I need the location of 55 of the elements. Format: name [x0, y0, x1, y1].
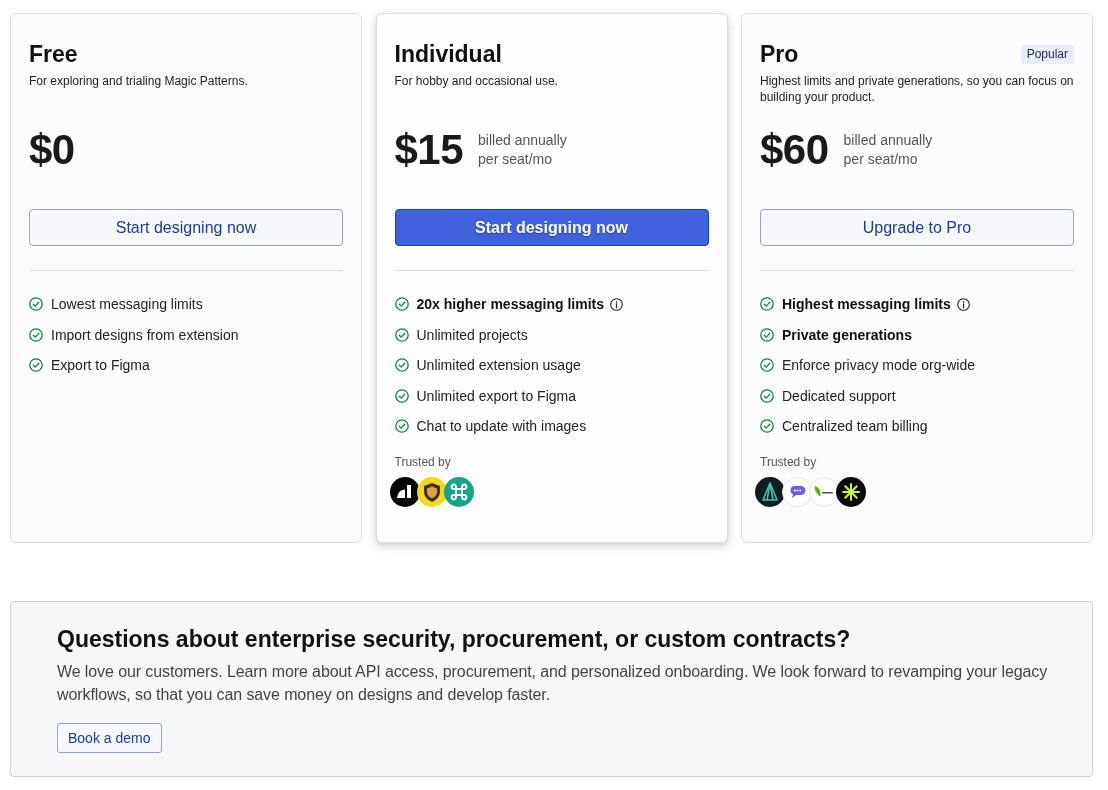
check-circle-icon	[394, 297, 409, 311]
feature-text: 20x higher messaging limits	[416, 295, 604, 314]
feature-text: Import designs from extension	[51, 325, 239, 345]
check-circle-icon	[760, 358, 774, 372]
plan-description: For exploring and trialing Magic Patterns.	[29, 73, 249, 90]
asterisk-icon	[836, 477, 866, 507]
peak-icon	[755, 477, 785, 507]
command-symbol-icon	[443, 477, 474, 507]
half-disc-icon	[389, 477, 420, 507]
feature-text: Private generations	[782, 325, 912, 345]
billing-note: per seat/mo	[843, 150, 919, 169]
check-circle-icon	[29, 358, 43, 372]
enterprise-heading: Questions about enterprise security, procurement, or custom contracts?	[57, 625, 851, 654]
plan-price: $60	[760, 129, 829, 171]
check-circle-icon	[394, 358, 409, 372]
check-circle-icon	[394, 388, 409, 403]
check-circle-icon	[394, 419, 409, 433]
leaf-icon	[809, 477, 839, 507]
feature-text: Enforce privacy mode org-wide	[782, 356, 975, 375]
chat-bubble-icon	[782, 477, 812, 507]
plan-cta-button[interactable]: Start designing now	[394, 209, 709, 246]
plan-cta-button[interactable]: Start designing now	[29, 209, 343, 246]
plan-price: $0	[29, 129, 75, 171]
enterprise-text: We love our customers. Learn more about API access, procurement, and personalized onboarding. We look forward to revamping your legacy workflows, so that you can save money on designs and develop faster.	[57, 662, 1049, 705]
feature-text: Dedicated support	[782, 386, 896, 406]
popular-badge: Popular	[1020, 44, 1074, 64]
shield-icon	[416, 477, 447, 507]
feature-text: Centralized team billing	[782, 417, 928, 436]
check-circle-icon	[760, 297, 774, 311]
check-circle-icon	[29, 327, 43, 342]
plan-description: Highest limits and private generations, so you can focus on building your product.	[760, 73, 1074, 105]
plan-cta-button[interactable]: Upgrade to Pro	[760, 209, 1074, 246]
feature-text: Chat to update with images	[416, 417, 587, 436]
feature-text: Export to Figma	[51, 356, 150, 375]
check-circle-icon	[760, 419, 774, 433]
feature-text: Unlimited export to Figma	[416, 386, 576, 406]
check-circle-icon	[29, 297, 43, 311]
trusted-by-label: Trusted by	[760, 454, 817, 470]
feature-text: Unlimited extension usage	[416, 356, 581, 375]
plan-title: Pro	[760, 40, 799, 68]
feature-text: Unlimited projects	[416, 325, 528, 345]
feature-text: Highest messaging limits	[782, 295, 951, 314]
billing-note: per seat/mo	[478, 150, 553, 169]
feature-text: Lowest messaging limits	[51, 295, 203, 314]
plan-title: Free	[29, 40, 78, 68]
plan-price: $15	[394, 129, 464, 171]
trusted-by-label: Trusted by	[394, 454, 451, 470]
billing-note: billed annually	[478, 131, 567, 150]
check-circle-icon	[760, 327, 774, 342]
billing-note: billed annually	[843, 131, 933, 150]
book-demo-button[interactable]: Book a demo	[57, 723, 162, 753]
plan-title: Individual	[394, 40, 502, 68]
check-circle-icon	[394, 327, 409, 342]
check-circle-icon	[760, 388, 774, 403]
plan-description: For hobby and occasional use.	[394, 73, 559, 90]
